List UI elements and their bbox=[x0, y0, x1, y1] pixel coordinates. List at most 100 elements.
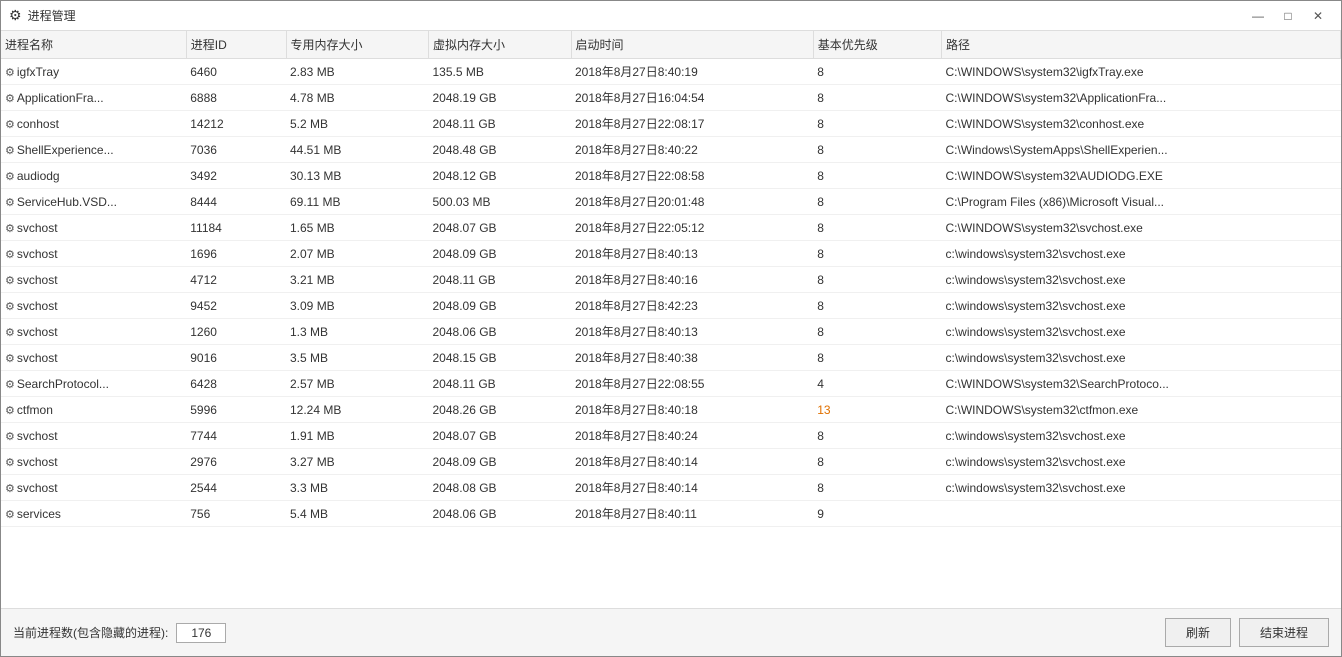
cell-priority: 8 bbox=[813, 319, 941, 345]
cell-priority: 8 bbox=[813, 423, 941, 449]
table-row[interactable]: ⚙ServiceHub.VSD...844469.11 MB500.03 MB2… bbox=[1, 189, 1341, 215]
cell-time: 2018年8月27日8:40:24 bbox=[571, 423, 813, 449]
cell-priority: 8 bbox=[813, 475, 941, 501]
cell-pid: 2976 bbox=[186, 449, 286, 475]
process-count-label: 当前进程数(包含隐藏的进程): bbox=[13, 624, 168, 641]
table-row[interactable]: ⚙svchost90163.5 MB2048.15 GB2018年8月27日8:… bbox=[1, 345, 1341, 371]
close-button[interactable]: ✕ bbox=[1303, 4, 1333, 28]
cell-vmem: 2048.08 GB bbox=[429, 475, 572, 501]
table-row[interactable]: ⚙svchost94523.09 MB2048.09 GB2018年8月27日8… bbox=[1, 293, 1341, 319]
cell-mem: 12.24 MB bbox=[286, 397, 429, 423]
cell-path: c:\windows\system32\svchost.exe bbox=[941, 423, 1340, 449]
table-row[interactable]: ⚙audiodg349230.13 MB2048.12 GB2018年8月27日… bbox=[1, 163, 1341, 189]
cell-mem: 3.3 MB bbox=[286, 475, 429, 501]
table-row[interactable]: ⚙ShellExperience...703644.51 MB2048.48 G… bbox=[1, 137, 1341, 163]
cell-mem: 4.78 MB bbox=[286, 85, 429, 111]
gear-icon: ⚙ bbox=[5, 482, 15, 495]
table-row[interactable]: ⚙igfxTray64602.83 MB135.5 MB2018年8月27日8:… bbox=[1, 59, 1341, 85]
table-row[interactable]: ⚙svchost25443.3 MB2048.08 GB2018年8月27日8:… bbox=[1, 475, 1341, 501]
cell-name: ⚙svchost bbox=[1, 267, 186, 293]
cell-time: 2018年8月27日8:40:14 bbox=[571, 449, 813, 475]
cell-vmem: 2048.09 GB bbox=[429, 293, 572, 319]
header-pid[interactable]: 进程ID bbox=[186, 31, 286, 59]
table-row[interactable]: ⚙ctfmon599612.24 MB2048.26 GB2018年8月27日8… bbox=[1, 397, 1341, 423]
cell-vmem: 135.5 MB bbox=[429, 59, 572, 85]
cell-vmem: 2048.09 GB bbox=[429, 241, 572, 267]
refresh-button[interactable]: 刷新 bbox=[1165, 618, 1231, 647]
cell-pid: 8444 bbox=[186, 189, 286, 215]
header-time[interactable]: 启动时间 bbox=[571, 31, 813, 59]
cell-pid: 1696 bbox=[186, 241, 286, 267]
cell-priority: 8 bbox=[813, 267, 941, 293]
cell-pid: 7036 bbox=[186, 137, 286, 163]
cell-name: ⚙svchost bbox=[1, 241, 186, 267]
gear-icon: ⚙ bbox=[5, 378, 15, 391]
header-prio[interactable]: 基本优先级 bbox=[813, 31, 941, 59]
gear-icon: ⚙ bbox=[5, 92, 15, 105]
cell-name: ⚙ShellExperience... bbox=[1, 137, 186, 163]
gear-icon: ⚙ bbox=[5, 66, 15, 79]
table-row[interactable]: ⚙svchost12601.3 MB2048.06 GB2018年8月27日8:… bbox=[1, 319, 1341, 345]
table-row[interactable]: ⚙conhost142125.2 MB2048.11 GB2018年8月27日2… bbox=[1, 111, 1341, 137]
table-row[interactable]: ⚙svchost16962.07 MB2048.09 GB2018年8月27日8… bbox=[1, 241, 1341, 267]
cell-path: C:\WINDOWS\system32\SearchProtoco... bbox=[941, 371, 1340, 397]
cell-priority: 4 bbox=[813, 371, 941, 397]
cell-mem: 3.21 MB bbox=[286, 267, 429, 293]
cell-time: 2018年8月27日8:40:22 bbox=[571, 137, 813, 163]
header-vmem[interactable]: 虚拟内存大小 bbox=[429, 31, 572, 59]
gear-icon: ⚙ bbox=[5, 248, 15, 261]
cell-vmem: 2048.15 GB bbox=[429, 345, 572, 371]
kill-process-button[interactable]: 结束进程 bbox=[1239, 618, 1329, 647]
minimize-button[interactable]: — bbox=[1243, 4, 1273, 28]
cell-name: ⚙SearchProtocol... bbox=[1, 371, 186, 397]
cell-priority: 9 bbox=[813, 501, 941, 527]
cell-time: 2018年8月27日22:08:58 bbox=[571, 163, 813, 189]
cell-priority: 8 bbox=[813, 241, 941, 267]
cell-pid: 4712 bbox=[186, 267, 286, 293]
cell-name: ⚙svchost bbox=[1, 423, 186, 449]
maximize-button[interactable]: □ bbox=[1273, 4, 1303, 28]
header-name[interactable]: 进程名称 bbox=[1, 31, 186, 59]
gear-icon: ⚙ bbox=[5, 456, 15, 469]
cell-path: c:\windows\system32\svchost.exe bbox=[941, 267, 1340, 293]
cell-priority: 8 bbox=[813, 137, 941, 163]
cell-pid: 5996 bbox=[186, 397, 286, 423]
cell-vmem: 2048.11 GB bbox=[429, 371, 572, 397]
cell-mem: 2.07 MB bbox=[286, 241, 429, 267]
main-window: ⚙ 进程管理 — □ ✕ 进程名称 进程ID bbox=[0, 0, 1342, 657]
cell-time: 2018年8月27日8:40:38 bbox=[571, 345, 813, 371]
table-row[interactable]: ⚙services7565.4 MB2048.06 GB2018年8月27日8:… bbox=[1, 501, 1341, 527]
cell-path: C:\Windows\SystemApps\ShellExperien... bbox=[941, 137, 1340, 163]
cell-vmem: 2048.11 GB bbox=[429, 267, 572, 293]
cell-priority: 8 bbox=[813, 449, 941, 475]
header-mem[interactable]: 专用内存大小 bbox=[286, 31, 429, 59]
gear-icon: ⚙ bbox=[5, 170, 15, 183]
table-row[interactable]: ⚙svchost29763.27 MB2048.09 GB2018年8月27日8… bbox=[1, 449, 1341, 475]
cell-path: c:\windows\system32\svchost.exe bbox=[941, 293, 1340, 319]
cell-name: ⚙conhost bbox=[1, 111, 186, 137]
table-row[interactable]: ⚙svchost111841.65 MB2048.07 GB2018年8月27日… bbox=[1, 215, 1341, 241]
table-row[interactable]: ⚙svchost47123.21 MB2048.11 GB2018年8月27日8… bbox=[1, 267, 1341, 293]
table-row[interactable]: ⚙SearchProtocol...64282.57 MB2048.11 GB2… bbox=[1, 371, 1341, 397]
gear-icon: ⚙ bbox=[5, 326, 15, 339]
cell-vmem: 2048.19 GB bbox=[429, 85, 572, 111]
table-row[interactable]: ⚙ApplicationFra...68884.78 MB2048.19 GB2… bbox=[1, 85, 1341, 111]
cell-vmem: 2048.07 GB bbox=[429, 215, 572, 241]
gear-icon: ⚙ bbox=[5, 352, 15, 365]
table-row[interactable]: ⚙svchost77441.91 MB2048.07 GB2018年8月27日8… bbox=[1, 423, 1341, 449]
cell-mem: 30.13 MB bbox=[286, 163, 429, 189]
process-table-container: 进程名称 进程ID 专用内存大小 虚拟内存大小 启动时间 基本优先级 路径 ⚙i… bbox=[1, 31, 1341, 608]
cell-pid: 2544 bbox=[186, 475, 286, 501]
cell-name: ⚙svchost bbox=[1, 475, 186, 501]
cell-mem: 2.83 MB bbox=[286, 59, 429, 85]
cell-priority: 8 bbox=[813, 293, 941, 319]
header-path[interactable]: 路径 bbox=[941, 31, 1340, 59]
cell-mem: 3.09 MB bbox=[286, 293, 429, 319]
cell-time: 2018年8月27日8:40:16 bbox=[571, 267, 813, 293]
cell-pid: 11184 bbox=[186, 215, 286, 241]
cell-path: c:\windows\system32\svchost.exe bbox=[941, 319, 1340, 345]
cell-mem: 1.3 MB bbox=[286, 319, 429, 345]
process-count-value: 176 bbox=[176, 623, 226, 643]
window-title: 进程管理 bbox=[28, 7, 76, 24]
cell-pid: 9016 bbox=[186, 345, 286, 371]
